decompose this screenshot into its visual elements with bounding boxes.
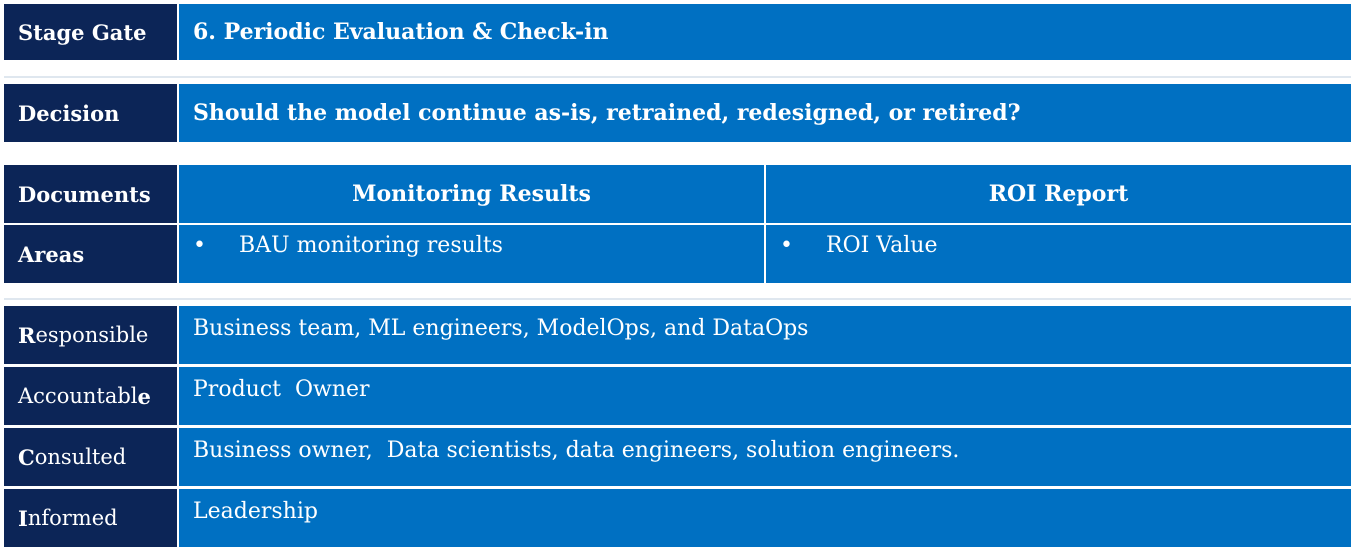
stage-gate-row: Stage Gate 6. Periodic Evaluation & Chec… <box>4 4 1351 60</box>
raci-responsible-row: Responsible Business team, ML engineers,… <box>4 306 1351 364</box>
decision-row: Decision Should the model continue as-is… <box>4 84 1351 142</box>
raci-consulted-row: Consulted Business owner, Data scientist… <box>4 428 1351 486</box>
consulted-label: Consulted <box>4 428 177 486</box>
consulted-value: Business owner, Data scientists, data en… <box>179 428 1351 486</box>
documents-row: Documents Monitoring Results ROI Report <box>4 165 1351 223</box>
raci-accountable-row: Accountabl e Product Owner <box>4 367 1351 425</box>
responsible-label: Responsible <box>4 306 177 364</box>
responsible-value: Business team, ML engineers, ModelOps, a… <box>179 306 1351 364</box>
informed-value: Leadership <box>179 489 1351 547</box>
stage-gate-label: Stage Gate <box>4 4 177 60</box>
divider <box>4 298 1351 300</box>
stage-gate-value: 6. Periodic Evaluation & Check-in <box>179 4 1351 60</box>
document-monitoring-results: Monitoring Results <box>179 165 764 223</box>
documents-label: Documents <box>4 165 177 223</box>
accountable-value: Product Owner <box>179 367 1351 425</box>
bullet-icon: • <box>193 233 206 258</box>
areas-columns: • BAU monitoring results • ROI Value <box>179 225 1351 283</box>
decision-value: Should the model continue as-is, retrain… <box>179 84 1351 142</box>
accountable-label: Accountabl e <box>4 367 177 425</box>
area-item-roi: • ROI Value <box>766 225 1351 283</box>
areas-row: Areas • BAU monitoring results • ROI Val… <box>4 225 1351 283</box>
documents-columns: Monitoring Results ROI Report <box>179 165 1351 223</box>
decision-label: Decision <box>4 84 177 142</box>
informed-label: Informed <box>4 489 177 547</box>
area-text: BAU monitoring results <box>239 233 503 258</box>
areas-label: Areas <box>4 225 177 283</box>
area-item-bau: • BAU monitoring results <box>179 225 764 283</box>
raci-informed-row: Informed Leadership <box>4 489 1351 547</box>
bullet-icon: • <box>780 233 793 258</box>
area-text: ROI Value <box>826 233 938 258</box>
divider <box>4 76 1351 78</box>
document-roi-report: ROI Report <box>766 165 1351 223</box>
